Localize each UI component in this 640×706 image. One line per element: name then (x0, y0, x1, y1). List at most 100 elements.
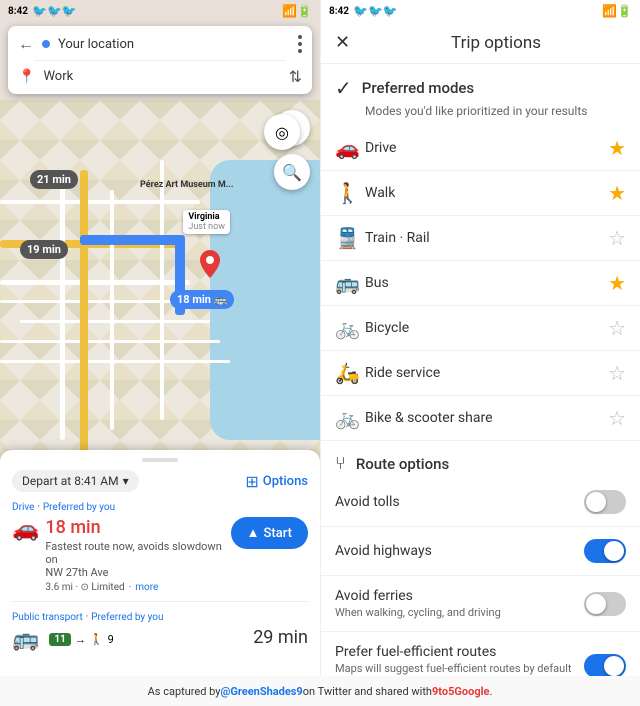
route-options-icon: ⑂ (335, 453, 346, 474)
train-mode-icon: 🚆 (335, 226, 365, 250)
walk-star[interactable]: ★ (608, 181, 626, 205)
compass-btn[interactable]: ◎ (264, 114, 300, 150)
options-button[interactable]: ⊞ Options (245, 472, 308, 491)
search-btn[interactable]: 🔍 (274, 154, 310, 190)
train-star[interactable]: ☆ (608, 226, 626, 250)
site-name[interactable]: 9to5Google (432, 685, 489, 698)
walk-mode-icon: 🚶 (335, 181, 365, 205)
avoid-ferries-thumb (586, 594, 606, 614)
depart-button[interactable]: Depart at 8:41 AM ▾ (12, 470, 139, 492)
bus-star[interactable]: ★ (608, 271, 626, 295)
right-status-bar: 8:42 🐦🐦🐦 📶🔋 (321, 0, 640, 22)
system-icons-right: 📶🔋 (602, 4, 632, 18)
preferred-modes-header: ✓ Preferred modes (321, 64, 640, 104)
avoid-tolls-thumb (586, 492, 606, 512)
drive-more[interactable]: more (135, 582, 158, 593)
avoid-ferries-text: Avoid ferries When walking, cycling, and… (335, 588, 584, 619)
caption-bar: As captured by @GreenShades9 on Twitter … (0, 676, 640, 706)
transit-section: Public transport · Preferred by you 🚌 11… (12, 610, 308, 660)
drive-desc: Fastest route now, avoids slowdown onNW … (45, 540, 230, 579)
road-v3 (160, 160, 164, 420)
trip-options-title: Trip options (366, 33, 626, 53)
ride-service-label: Ride service (365, 365, 608, 381)
options-label: Options (263, 474, 308, 489)
avoid-ferries-track (584, 592, 626, 616)
origin-dot (42, 40, 50, 48)
road-h2 (0, 200, 200, 204)
fuel-efficient-toggle[interactable] (584, 654, 626, 676)
avoid-ferries-option: Avoid ferries When walking, cycling, and… (321, 576, 640, 632)
time-right: 8:42 (329, 6, 349, 17)
transit-type-label: Public transport · Preferred by you (12, 610, 308, 623)
destination-marker (200, 250, 220, 282)
transit-main-row: 🚌 11 → 🚶 9 29 min (12, 627, 308, 652)
nav-icon: ▲ (247, 525, 260, 541)
time-left: 8:42 (8, 6, 28, 17)
bus-badge: 11 (49, 633, 70, 646)
bike-scooter-label: Bike & scooter share (365, 410, 608, 426)
fuel-efficient-label: Prefer fuel-efficient routes (335, 644, 584, 660)
drive-time: 18 min (45, 517, 230, 538)
checkmark-icon: ✓ (335, 76, 352, 100)
swap-icon[interactable]: ⇅ (289, 67, 302, 86)
transit-time: 29 min (253, 627, 308, 648)
avoid-highways-text: Avoid highways (335, 543, 584, 559)
bicycle-star[interactable]: ☆ (608, 316, 626, 340)
system-icons-left: 📶🔋 (282, 4, 312, 18)
time-bubble-1: 21 min (30, 170, 78, 189)
mode-item-bicycle: 🚲 Bicycle ☆ (321, 306, 640, 351)
transit-icons-row: 🚌 11 → 🚶 9 (12, 627, 114, 652)
drive-main-row: 🚗 18 min Fastest route now, avoids slowd… (12, 517, 308, 593)
time-bubble-2: 19 min (20, 240, 68, 259)
ride-service-star[interactable]: ☆ (608, 361, 626, 385)
road-v2 (110, 190, 114, 430)
route-options-title: Route options (356, 455, 449, 473)
start-button[interactable]: ▲ Start (231, 517, 308, 549)
avoid-tolls-toggle[interactable] (584, 490, 626, 514)
road-h7 (0, 360, 230, 363)
drive-details: 18 min Fastest route now, avoids slowdow… (45, 517, 230, 593)
fuel-efficient-thumb (604, 656, 624, 676)
avoid-highways-track (584, 539, 626, 563)
bus-mode-label: Bus (365, 275, 608, 291)
close-button[interactable]: ✕ (335, 32, 350, 53)
arrow-right: → (75, 633, 86, 646)
back-arrow[interactable]: ← (18, 34, 34, 54)
search-divider (34, 60, 286, 61)
avoid-highways-option: Avoid highways (321, 527, 640, 576)
car-icon: 🚗 (12, 517, 39, 542)
avoid-tolls-text: Avoid tolls (335, 494, 584, 510)
virginia-popup: Virginia Just now (183, 210, 230, 234)
more-menu-icon[interactable] (298, 35, 302, 53)
avoid-highways-label: Avoid highways (335, 543, 584, 559)
bottom-sheet: Depart at 8:41 AM ▾ ⊞ Options Drive · Pr… (0, 450, 320, 676)
search-origin-row: ← Your location (18, 32, 302, 56)
social-icons-left: 🐦🐦🐦 (32, 4, 77, 18)
maps-panel: 8:42 🐦🐦🐦 📶🔋 ← Your location 📍 Work ⇅ (0, 0, 320, 676)
avoid-tolls-option: Avoid tolls (321, 478, 640, 527)
avoid-highways-thumb (604, 541, 624, 561)
avoid-tolls-label: Avoid tolls (335, 494, 584, 510)
twitter-handle[interactable]: @GreenShades9 (221, 685, 303, 698)
drive-info: 🚗 18 min Fastest route now, avoids slowd… (12, 517, 231, 593)
fuel-efficient-option: Prefer fuel-efficient routes Maps will s… (321, 632, 640, 676)
fuel-efficient-text: Prefer fuel-efficient routes Maps will s… (335, 644, 584, 676)
destination-label: Work (43, 69, 280, 84)
museum-label: Pérez Art Museum M... (140, 180, 220, 190)
road-v1 (60, 180, 65, 440)
virginia-label: Virginia (188, 212, 225, 222)
depart-row: Depart at 8:41 AM ▾ ⊞ Options (12, 470, 308, 492)
drive-meta: 3.6 mi · ⊙ Limited · more (45, 582, 230, 593)
bike-scooter-star[interactable]: ☆ (608, 406, 626, 430)
caption-middle: on Twitter and shared with (303, 685, 432, 698)
map-controls: ⊞ 🔍 ◎ (274, 110, 310, 190)
trip-options-header: ✕ Trip options (321, 22, 640, 64)
avoid-tolls-track (584, 490, 626, 514)
avoid-highways-toggle[interactable] (584, 539, 626, 563)
search-dest-row: 📍 Work ⇅ (18, 65, 302, 88)
drive-star[interactable]: ★ (608, 136, 626, 160)
avoid-ferries-toggle[interactable] (584, 592, 626, 616)
options-grid-icon: ⊞ (245, 472, 258, 491)
search-bar: ← Your location 📍 Work ⇅ (8, 26, 312, 94)
drive-mode-label: Drive (365, 140, 608, 156)
